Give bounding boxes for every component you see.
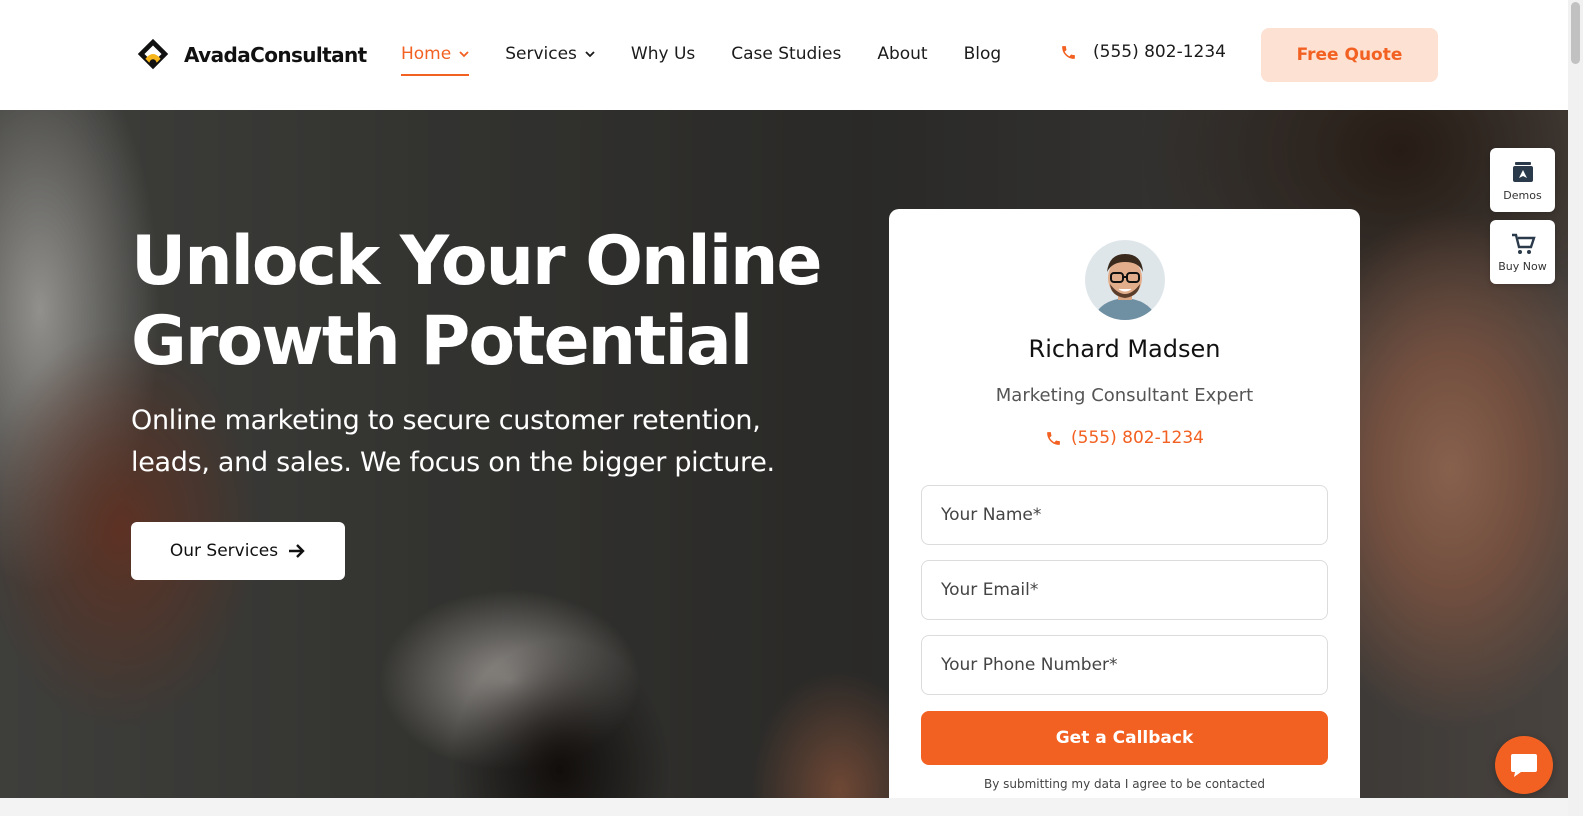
get-callback-button[interactable]: Get a Callback bbox=[921, 711, 1328, 765]
nav-item-why-us[interactable]: Why Us bbox=[631, 42, 695, 66]
site-header: AvadaConsultant Home Services Why Us Cas… bbox=[0, 0, 1568, 110]
scrollbar-thumb[interactable] bbox=[1571, 2, 1580, 64]
phone-number-field[interactable] bbox=[921, 635, 1328, 695]
our-services-label: Our Services bbox=[169, 541, 279, 561]
consultant-phone-link[interactable]: (555) 802-1234 bbox=[889, 428, 1360, 448]
scrollbar[interactable] bbox=[1568, 0, 1583, 816]
chat-icon bbox=[1511, 754, 1537, 777]
chat-launcher-button[interactable] bbox=[1495, 736, 1553, 794]
name-field[interactable] bbox=[921, 485, 1328, 545]
demos-icon bbox=[1512, 161, 1533, 182]
header-phone-number: (555) 802-1234 bbox=[1093, 42, 1226, 62]
nav-item-label: About bbox=[877, 44, 928, 64]
hero-subtitle: Online marketing to secure customer rete… bbox=[131, 405, 775, 478]
hero-title: Unlock Your Online Growth Potential bbox=[131, 222, 823, 381]
nav-item-services[interactable]: Services bbox=[505, 42, 595, 66]
consent-text: By submitting my data I agree to be cont… bbox=[983, 777, 1266, 791]
page-bottom-edge bbox=[0, 798, 1568, 816]
consultant-role: Marketing Consultant Expert bbox=[995, 385, 1254, 406]
buy-now-widget[interactable]: Buy Now bbox=[1490, 220, 1555, 284]
nav-item-blog[interactable]: Blog bbox=[964, 42, 1002, 66]
nav-item-label: Case Studies bbox=[731, 44, 842, 64]
consultant-phone-number: (555) 802-1234 bbox=[1071, 428, 1204, 448]
demos-widget[interactable]: Demos bbox=[1490, 148, 1555, 212]
nav-item-about[interactable]: About bbox=[877, 42, 927, 66]
avatar bbox=[1085, 240, 1165, 320]
logo[interactable]: AvadaConsultant bbox=[134, 36, 367, 74]
nav-item-label: Home bbox=[401, 44, 452, 64]
brand-name: AvadaConsultant bbox=[184, 43, 367, 67]
buy-now-label: Buy Now bbox=[1498, 259, 1547, 273]
main-nav: Home Services Why Us Case Studies About … bbox=[401, 42, 1037, 76]
callback-form-card: Richard Madsen Marketing Consultant Expe… bbox=[889, 209, 1360, 816]
demos-label: Demos bbox=[1503, 188, 1542, 202]
arrow-right-icon bbox=[289, 544, 305, 558]
phone-icon bbox=[1047, 431, 1060, 445]
free-quote-button[interactable]: Free Quote bbox=[1261, 28, 1438, 82]
cart-icon bbox=[1511, 233, 1536, 254]
nav-item-case-studies[interactable]: Case Studies bbox=[731, 42, 841, 66]
nav-item-home[interactable]: Home bbox=[401, 42, 470, 76]
phone-icon bbox=[1062, 45, 1075, 59]
consultant-photo bbox=[1085, 240, 1165, 320]
email-field[interactable] bbox=[921, 560, 1328, 620]
our-services-button[interactable]: Our Services bbox=[131, 522, 345, 580]
chevron-down-icon bbox=[585, 51, 595, 58]
nav-item-label: Why Us bbox=[630, 44, 696, 64]
header-phone-link[interactable]: (555) 802-1234 bbox=[1060, 42, 1226, 62]
nav-item-label: Blog bbox=[963, 44, 1002, 64]
chevron-down-icon bbox=[459, 51, 469, 58]
consultant-name: Richard Madsen bbox=[1028, 335, 1221, 363]
nav-item-label: Services bbox=[505, 44, 577, 64]
logo-mark-icon bbox=[137, 38, 169, 70]
